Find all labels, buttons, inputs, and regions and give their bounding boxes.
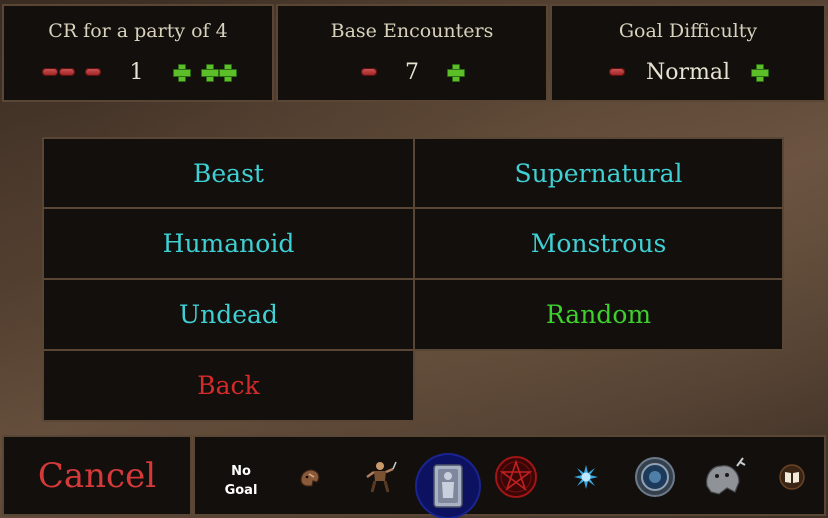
random-button[interactable]: Random [413, 278, 784, 351]
cr-title: CR for a party of 4 [48, 20, 228, 42]
beast-head-icon[interactable] [286, 453, 334, 501]
cr-decrease-large-button[interactable] [41, 68, 75, 76]
humanoid-button[interactable]: Humanoid [42, 207, 415, 280]
encounters-increase-button[interactable] [447, 64, 465, 82]
encounters-controls: 7 [278, 56, 546, 88]
undead-button[interactable]: Undead [42, 278, 415, 351]
cr-increase-large-button[interactable] [200, 64, 237, 82]
no-goal-button[interactable]: No Goal [214, 462, 268, 506]
encounters-decrease-button[interactable] [361, 68, 377, 76]
back-button[interactable]: Back [42, 349, 415, 422]
pentagram-icon[interactable] [492, 453, 540, 501]
difficulty-value: Normal [645, 59, 731, 85]
monster-icon[interactable] [700, 453, 748, 501]
difficulty-title: Goal Difficulty [618, 20, 758, 42]
supernatural-button[interactable]: Supernatural [413, 137, 784, 209]
difficulty-decrease-button[interactable] [609, 68, 625, 76]
monstrous-button[interactable]: Monstrous [413, 207, 784, 280]
difficulty-controls: Normal [552, 56, 824, 88]
encounters-title: Base Encounters [330, 20, 494, 42]
cr-increase-button[interactable] [172, 64, 191, 82]
humanoid-warrior-icon[interactable] [356, 453, 404, 501]
no-goal-line2: Goal [224, 483, 258, 498]
cancel-button[interactable]: Cancel [2, 435, 192, 516]
no-goal-line1: No [231, 464, 251, 479]
spiky-orb-icon[interactable] [562, 453, 610, 501]
encounters-panel: Base Encounters 7 [276, 4, 548, 102]
cr-value: 1 [129, 59, 144, 85]
portal-ring-icon[interactable] [631, 453, 679, 501]
cr-controls: 1 [4, 56, 272, 88]
beast-button[interactable]: Beast [42, 137, 415, 209]
cancel-label: Cancel [37, 455, 157, 496]
spellbook-icon[interactable] [768, 453, 816, 501]
cr-panel: CR for a party of 4 1 [2, 4, 274, 102]
undead-sarcophagus-icon[interactable] [417, 455, 479, 517]
cr-decrease-button[interactable] [84, 68, 101, 76]
difficulty-panel: Goal Difficulty Normal [550, 4, 826, 102]
difficulty-increase-button[interactable] [751, 64, 769, 82]
encounters-value: 7 [405, 59, 419, 85]
